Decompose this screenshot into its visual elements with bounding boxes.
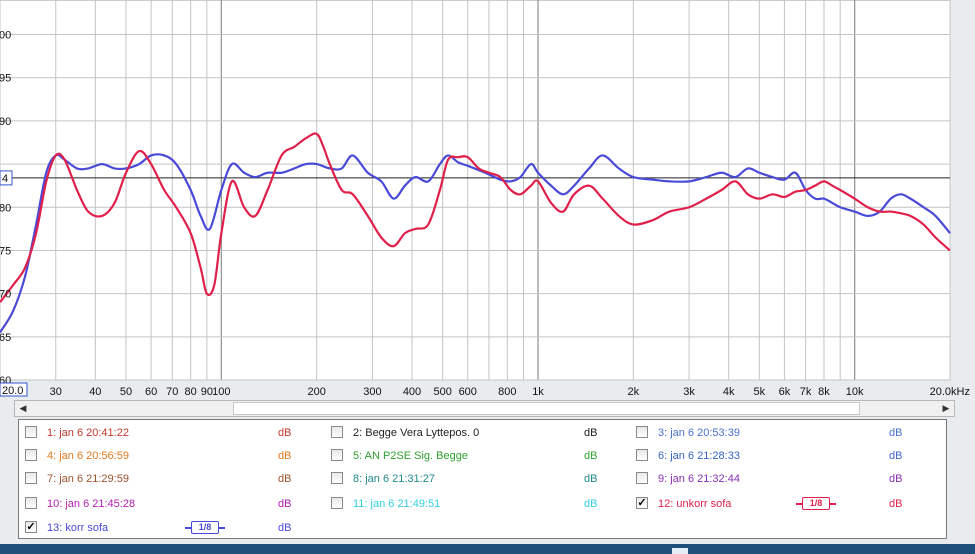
x-tick-label: 1k	[532, 386, 544, 398]
y-tick-labels: 0095908075706560	[0, 30, 11, 387]
legend-item-8[interactable]: 8: jan 6 21:31:27 dB	[331, 470, 621, 488]
legend-checkbox-13[interactable]: ✓	[25, 521, 37, 533]
x-tick-label: 8k	[818, 386, 830, 398]
legend-item-12[interactable]: ✓ 12: unkorr sofa 1/8 dB	[636, 495, 926, 513]
x-tick-label: 80	[185, 386, 197, 398]
measurement-legend-panel: 1: jan 6 20:41:22 dB 2: Begge Vera Lyttepo…	[18, 419, 947, 539]
legend-checkbox-12[interactable]: ✓	[636, 497, 648, 509]
legend-label: 10: jan 6 21:45:28	[47, 498, 136, 510]
legend-db-unit: dB	[584, 450, 598, 462]
legend-label: 12: unkorr sofa	[658, 498, 732, 510]
legend-label: 7: jan 6 21:29:59	[47, 473, 129, 485]
x-tick-label: 70	[166, 386, 178, 398]
frequency-response-chart: 4 0095908075706560 20.0 30 40 50 60 70 80 90 100…	[0, 0, 975, 400]
smoothing-badge[interactable]: 1/8	[185, 521, 225, 534]
x-tick-label: 100	[212, 386, 230, 398]
legend-item-2[interactable]: 2: Begge Vera Lyttepos. 0 dB	[331, 424, 621, 442]
legend-label: 11: jan 6 21:49:51	[353, 498, 441, 510]
x-tick-label: 500	[434, 386, 452, 398]
legend-db-unit: dB	[584, 498, 598, 510]
x-tick-label: 30	[50, 386, 62, 398]
legend-item-7[interactable]: 7: jan 6 21:29:59 dB	[25, 470, 315, 488]
legend-label: 9: jan 6 21:32:44	[658, 473, 740, 485]
x-tick-label: 6k	[779, 386, 791, 398]
legend-db-unit: dB	[278, 450, 292, 462]
legend-label: 1: jan 6 20:41:22	[47, 427, 129, 439]
legend-checkbox-8[interactable]	[331, 472, 343, 484]
frequency-scrollbar[interactable]: ◀ ▶	[14, 400, 955, 417]
reference-level-label: 4	[2, 173, 8, 185]
legend-checkbox-10[interactable]	[25, 497, 37, 509]
x-tick-label: 300	[363, 386, 381, 398]
y-tick-label: 80	[0, 202, 11, 214]
x-tick-label: 4k	[723, 386, 735, 398]
taskbar-highlight	[672, 548, 688, 554]
legend-checkbox-6[interactable]	[636, 449, 648, 461]
legend-checkbox-2[interactable]	[331, 426, 343, 438]
scroll-right-arrow-icon[interactable]: ▶	[938, 401, 954, 416]
x-tick-label: 200	[307, 386, 325, 398]
legend-label: 3: jan 6 20:53:39	[658, 427, 740, 439]
y-tick-label: 75	[0, 245, 11, 257]
x-tick-label: 50	[120, 386, 132, 398]
legend-db-unit: dB	[278, 522, 292, 534]
legend-item-11[interactable]: 11: jan 6 21:49:51 dB	[331, 495, 621, 513]
legend-item-10[interactable]: 10: jan 6 21:45:28 dB	[25, 495, 315, 513]
legend-label: 13: korr sofa	[47, 522, 109, 534]
x-tick-label: 7k	[800, 386, 812, 398]
x-tick-label: 20.0	[2, 385, 23, 397]
legend-checkbox-4[interactable]	[25, 449, 37, 461]
legend-db-unit: dB	[278, 427, 292, 439]
x-tick-label: 20.0kHz	[930, 386, 970, 398]
x-tick-label: 60	[145, 386, 157, 398]
legend-item-13[interactable]: ✓ 13: korr sofa 1/8 dB	[25, 519, 315, 537]
legend-db-unit: dB	[584, 473, 598, 485]
legend-db-unit: dB	[278, 498, 292, 510]
legend-checkbox-3[interactable]	[636, 426, 648, 438]
x-tick-label: 40	[89, 386, 101, 398]
legend-item-9[interactable]: 9: jan 6 21:32:44 dB	[636, 470, 926, 488]
x-tick-label: 400	[403, 386, 421, 398]
y-tick-label: 70	[0, 289, 11, 301]
legend-label: 6: jan 6 21:28:33	[658, 450, 740, 462]
legend-item-5[interactable]: 5: AN P2SE Sig. Begge dB	[331, 447, 621, 465]
x-tick-label: 3k	[683, 386, 695, 398]
legend-checkbox-11[interactable]	[331, 497, 343, 509]
legend-checkbox-1[interactable]	[25, 426, 37, 438]
legend-label: 8: jan 6 21:31:27	[353, 473, 435, 485]
legend-item-1[interactable]: 1: jan 6 20:41:22 dB	[25, 424, 315, 442]
legend-db-unit: dB	[889, 473, 903, 485]
legend-db-unit: dB	[889, 427, 903, 439]
legend-db-unit: dB	[584, 427, 598, 439]
legend-checkbox-5[interactable]	[331, 449, 343, 461]
legend-checkbox-7[interactable]	[25, 472, 37, 484]
taskbar-strip	[0, 544, 975, 554]
legend-item-4[interactable]: 4: jan 6 20:56:59 dB	[25, 447, 315, 465]
legend-checkbox-9[interactable]	[636, 472, 648, 484]
legend-label: 4: jan 6 20:56:59	[47, 450, 129, 462]
x-tick-label: 90	[201, 386, 213, 398]
y-tick-label: 90	[0, 116, 11, 128]
scroll-thumb[interactable]	[233, 402, 860, 415]
legend-db-unit: dB	[278, 473, 292, 485]
y-tick-label: 95	[0, 73, 11, 85]
legend-item-6[interactable]: 6: jan 6 21:28:33 dB	[636, 447, 926, 465]
x-tick-label: 2k	[628, 386, 640, 398]
legend-label: 5: AN P2SE Sig. Begge	[353, 450, 468, 462]
legend-db-unit: dB	[889, 450, 903, 462]
y-tick-label: 00	[0, 30, 11, 42]
y-tick-label: 65	[0, 332, 11, 344]
x-tick-label: 600	[459, 386, 477, 398]
legend-label: 2: Begge Vera Lyttepos. 0	[353, 427, 480, 439]
legend-item-3[interactable]: 3: jan 6 20:53:39 dB	[636, 424, 926, 442]
scroll-left-arrow-icon[interactable]: ◀	[15, 401, 31, 416]
x-tick-label: 800	[498, 386, 516, 398]
smoothing-badge[interactable]: 1/8	[796, 497, 836, 510]
legend-db-unit: dB	[889, 498, 903, 510]
x-tick-label: 10k	[846, 386, 864, 398]
x-tick-label: 5k	[754, 386, 766, 398]
